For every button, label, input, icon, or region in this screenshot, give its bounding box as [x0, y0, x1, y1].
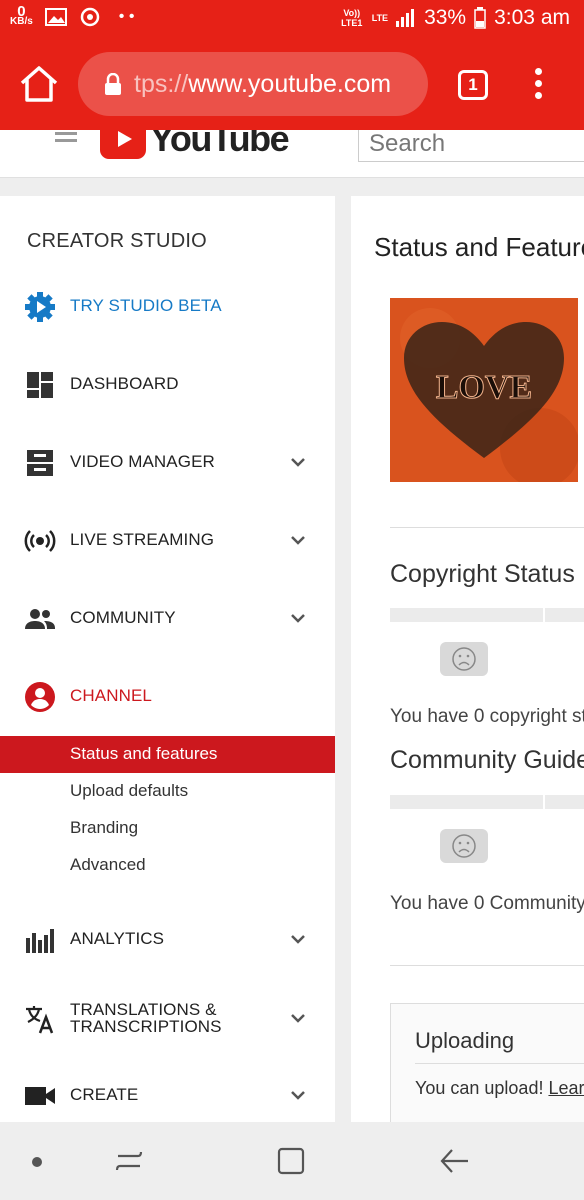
dot-indicator-icon: [32, 1157, 42, 1167]
clock: 3:03 am: [494, 6, 570, 29]
chevron-down-icon[interactable]: [291, 1088, 305, 1102]
notification-dots: • •: [118, 8, 135, 25]
page-title: Status and Features: [374, 232, 584, 262]
sidebar-item-try-studio-beta[interactable]: TRY STUDIO BETA: [0, 281, 335, 331]
home-button[interactable]: [18, 64, 60, 104]
video-camera-icon: [25, 1087, 55, 1105]
chevron-down-icon[interactable]: [291, 611, 305, 625]
sidebar-item-channel[interactable]: CHANNEL: [0, 671, 335, 721]
home-icon: [20, 66, 58, 102]
chevron-down-icon[interactable]: [291, 932, 305, 946]
sad-face-icon: [440, 829, 488, 863]
youtube-header: YouTube IN Search: [0, 130, 584, 178]
battery-icon: [474, 7, 486, 29]
sidebar-item-create[interactable]: CREATE: [0, 1070, 335, 1120]
sidebar-item-community[interactable]: COMMUNITY: [0, 593, 335, 643]
back-nav-icon[interactable]: [438, 1146, 470, 1176]
sidebar-item-live-streaming[interactable]: LIVE STREAMING: [0, 515, 335, 565]
browser-toolbar: tps://www.youtube.com 1: [0, 40, 584, 130]
analytics-icon: [26, 929, 54, 953]
search-input[interactable]: Search: [358, 130, 584, 162]
lock-icon: [104, 72, 122, 95]
sidebar-subitem-branding[interactable]: Branding: [0, 810, 335, 847]
divider: [415, 1063, 584, 1064]
android-navigation-bar: [0, 1122, 584, 1200]
hamburger-menu-icon[interactable]: [55, 132, 77, 146]
sidebar-subitem-advanced[interactable]: Advanced: [0, 847, 335, 884]
live-streaming-icon: [24, 530, 56, 552]
home-nav-icon[interactable]: [276, 1146, 306, 1176]
chevron-down-icon[interactable]: [291, 1011, 305, 1025]
network-speed: 0 KB/s: [10, 3, 33, 27]
gallery-icon: [44, 8, 67, 26]
uploading-card: Uploading You can upload! Learn more: [390, 1003, 584, 1122]
recent-apps-icon[interactable]: [114, 1146, 144, 1176]
sidebar-subitem-status-and-features[interactable]: Status and features: [0, 736, 335, 773]
community-icon: [25, 609, 55, 629]
chevron-down-icon[interactable]: [291, 455, 305, 469]
address-bar[interactable]: tps://www.youtube.com: [78, 52, 428, 116]
sidebar-item-analytics[interactable]: ANALYTICS: [0, 914, 335, 964]
channel-icon: [25, 682, 55, 712]
sidebar-item-dashboard[interactable]: DASHBOARD: [0, 359, 335, 409]
community-guidelines-text: You have 0 Community Guidelines strikes: [390, 893, 584, 914]
dashboard-icon: [27, 372, 53, 398]
chevron-down-icon[interactable]: [291, 533, 305, 547]
copyright-status-text: You have 0 copyright strikes: [390, 706, 584, 727]
translate-icon: [26, 1006, 54, 1034]
overflow-menu-button[interactable]: [532, 68, 544, 104]
sidebar-item-translations[interactable]: TRANSLATIONS & TRANSCRIPTIONS: [0, 993, 335, 1043]
main-content: Status and Features LOVE Copyright Statu…: [351, 196, 584, 1122]
copyright-status-title: Copyright Status: [390, 560, 575, 588]
learn-more-link[interactable]: Learn more: [548, 1078, 584, 1098]
uc-browser-icon: [80, 7, 100, 27]
status-bar: 0 KB/s • • Vo)) LTE1 LTE 33% 3:03 am: [0, 0, 584, 40]
divider: [390, 527, 584, 528]
uploading-title: Uploading: [415, 1028, 515, 1053]
copyright-strike-bar: [390, 608, 584, 622]
heart-image: LOVE: [390, 298, 578, 482]
gear-play-icon: [25, 292, 55, 322]
svg-text:LOVE: LOVE: [436, 369, 532, 406]
community-strike-bar: [390, 795, 584, 809]
battery-percent: 33%: [424, 6, 467, 29]
sidebar-title: CREATOR STUDIO: [27, 230, 207, 252]
tab-switcher-button[interactable]: 1: [458, 70, 488, 100]
url-text: tps://www.youtube.com: [134, 69, 392, 98]
youtube-play-icon: [100, 130, 146, 159]
divider: [390, 965, 584, 966]
sidebar-subitem-upload-defaults[interactable]: Upload defaults: [0, 773, 335, 810]
lte-indicator: LTE: [371, 13, 389, 23]
sidebar-item-video-manager[interactable]: VIDEO MANAGER: [0, 437, 335, 487]
community-guidelines-title: Community Guidelines status: [390, 746, 584, 774]
more-vert-icon: [534, 68, 542, 75]
youtube-logo[interactable]: YouTube IN: [100, 130, 300, 160]
video-manager-icon: [27, 450, 53, 476]
volte-indicator: Vo)) LTE1: [341, 8, 363, 28]
uploading-text: You can upload! Learn more: [415, 1078, 584, 1099]
signal-icon: [396, 9, 415, 27]
channel-thumbnail[interactable]: LOVE: [390, 298, 578, 482]
sad-face-icon: [440, 642, 488, 676]
creator-studio-sidebar: CREATOR STUDIO TRY STUDIO BETA DASHBOARD…: [0, 196, 335, 1122]
